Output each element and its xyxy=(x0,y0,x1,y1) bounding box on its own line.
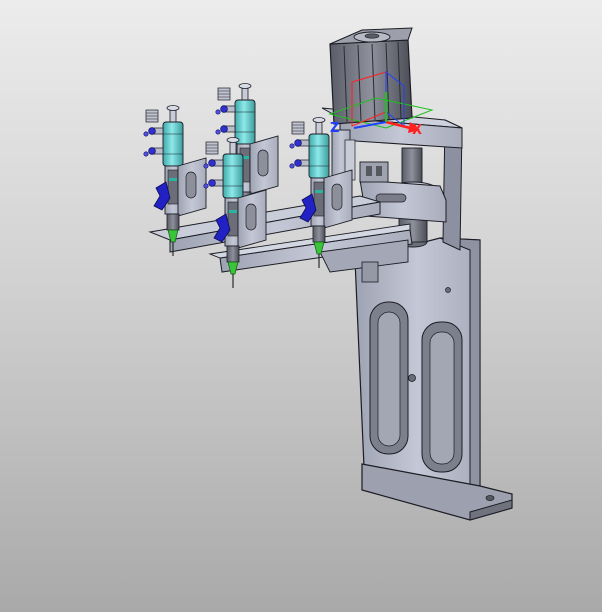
cad-3d-viewport[interactable]: X Z xyxy=(0,0,602,612)
vertical-base-plate[interactable] xyxy=(354,237,513,521)
z-axis-label: Z xyxy=(330,121,339,136)
assembly-scene[interactable]: X Z xyxy=(0,0,602,612)
x-axis-label: X xyxy=(412,123,422,138)
